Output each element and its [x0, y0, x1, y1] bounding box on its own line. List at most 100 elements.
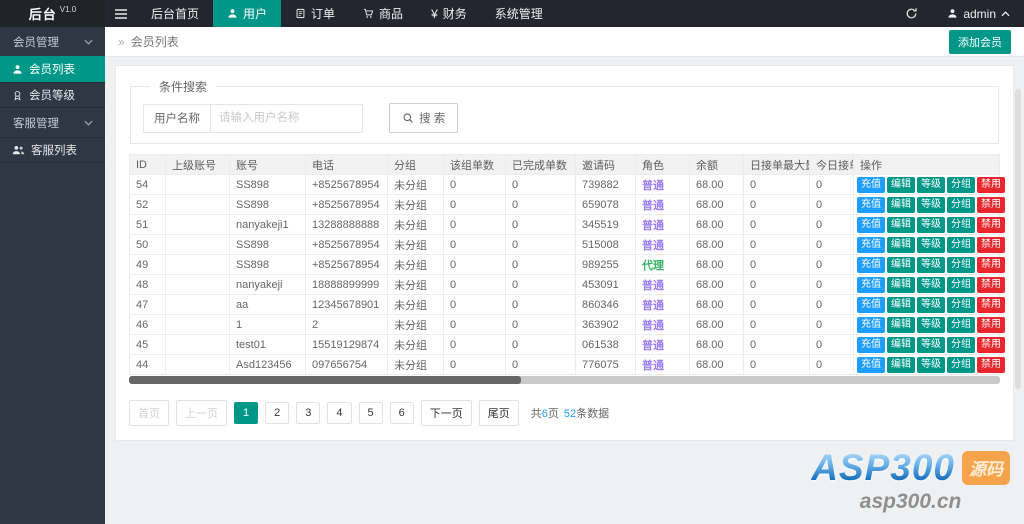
sidebar-item-member-list[interactable]: 会员列表 — [0, 56, 105, 82]
level-button[interactable]: 等级 — [917, 317, 945, 333]
level-button[interactable]: 等级 — [917, 217, 945, 233]
disable-button[interactable]: 禁用 — [977, 277, 1005, 293]
disable-button[interactable]: 禁用 — [977, 297, 1005, 313]
horizontal-scrollbar-thumb[interactable] — [129, 376, 521, 384]
nav-item-goods[interactable]: 商品 — [349, 0, 417, 27]
page-button-2[interactable]: 2 — [265, 402, 289, 424]
level-button[interactable]: 等级 — [917, 177, 945, 193]
group-button[interactable]: 分组 — [947, 197, 975, 213]
edit-button[interactable]: 编辑 — [887, 237, 915, 253]
disable-button[interactable]: 禁用 — [977, 257, 1005, 273]
edit-button[interactable]: 编辑 — [887, 197, 915, 213]
disable-button[interactable]: 禁用 — [977, 237, 1005, 253]
nav-item-home[interactable]: 后台首页 — [137, 0, 213, 27]
group-button[interactable]: 分组 — [947, 297, 975, 313]
cell-balance: 68.00 — [690, 295, 744, 315]
topbar: 后台 V1.0 后台首页 用户 订单 商品 ¥ 财务 系统管理 — [0, 0, 1024, 27]
nav-item-users[interactable]: 用户 — [213, 0, 281, 27]
cell-today: 0 — [810, 295, 854, 315]
recharge-button[interactable]: 充值 — [857, 237, 885, 253]
level-button[interactable]: 等级 — [917, 237, 945, 253]
page-button-3[interactable]: 3 — [296, 402, 320, 424]
group-button[interactable]: 分组 — [947, 177, 975, 193]
level-button[interactable]: 等级 — [917, 297, 945, 313]
username-field-label: 用户名称 — [143, 104, 211, 133]
cell-actions: 充值编辑等级分组禁用 — [854, 295, 1000, 315]
prev-page-button[interactable]: 上一页 — [176, 400, 227, 426]
nav-item-finance[interactable]: ¥ 财务 — [417, 0, 481, 27]
group-button[interactable]: 分组 — [947, 217, 975, 233]
edit-button[interactable]: 编辑 — [887, 317, 915, 333]
recharge-button[interactable]: 充值 — [857, 317, 885, 333]
cell-id: 44 — [130, 355, 166, 375]
disable-button[interactable]: 禁用 — [977, 177, 1005, 193]
app-logo: 后台 V1.0 — [0, 0, 105, 27]
cell-group_orders: 0 — [444, 195, 506, 215]
horizontal-scrollbar[interactable] — [129, 376, 1000, 384]
summary-text: 条数据 — [576, 408, 609, 420]
cell-today: 0 — [810, 335, 854, 355]
sidebar-item-service-list[interactable]: 客服列表 — [0, 137, 105, 163]
group-button[interactable]: 分组 — [947, 257, 975, 273]
edit-button[interactable]: 编辑 — [887, 357, 915, 373]
next-page-button[interactable]: 下一页 — [421, 400, 472, 426]
group-button[interactable]: 分组 — [947, 317, 975, 333]
edit-button[interactable]: 编辑 — [887, 257, 915, 273]
level-button[interactable]: 等级 — [917, 357, 945, 373]
search-row: 用户名称 搜 索 — [143, 103, 986, 133]
first-page-button[interactable]: 首页 — [129, 400, 169, 426]
recharge-button[interactable]: 充值 — [857, 257, 885, 273]
edit-button[interactable]: 编辑 — [887, 277, 915, 293]
user-menu[interactable]: admin — [933, 7, 1024, 21]
edit-button[interactable]: 编辑 — [887, 337, 915, 353]
vertical-scrollbar[interactable] — [1015, 89, 1021, 389]
cell-id: 45 — [130, 335, 166, 355]
cell-group_orders: 0 — [444, 255, 506, 275]
level-button[interactable]: 等级 — [917, 337, 945, 353]
group-button[interactable]: 分组 — [947, 237, 975, 253]
username-input[interactable] — [211, 104, 363, 133]
group-button[interactable]: 分组 — [947, 357, 975, 373]
cell-daily_max: 0 — [744, 355, 810, 375]
level-button[interactable]: 等级 — [917, 277, 945, 293]
refresh-icon[interactable] — [890, 7, 933, 20]
recharge-button[interactable]: 充值 — [857, 217, 885, 233]
page-button-6[interactable]: 6 — [390, 402, 414, 424]
sidebar-group-service-mgmt[interactable]: 客服管理 — [0, 108, 105, 137]
group-button[interactable]: 分组 — [947, 277, 975, 293]
search-button[interactable]: 搜 索 — [389, 103, 458, 133]
breadcrumb-label: 会员列表 — [131, 33, 179, 50]
page-button-4[interactable]: 4 — [327, 402, 351, 424]
page-button-1[interactable]: 1 — [234, 402, 258, 424]
hamburger-icon[interactable] — [105, 0, 137, 27]
level-button[interactable]: 等级 — [917, 257, 945, 273]
edit-button[interactable]: 编辑 — [887, 177, 915, 193]
disable-button[interactable]: 禁用 — [977, 357, 1005, 373]
sidebar-item-member-level[interactable]: 会员等级 — [0, 82, 105, 108]
page-button-5[interactable]: 5 — [359, 402, 383, 424]
search-button-label: 搜 索 — [419, 110, 445, 126]
cell-account: Asd123456 — [230, 355, 306, 375]
disable-button[interactable]: 禁用 — [977, 197, 1005, 213]
recharge-button[interactable]: 充值 — [857, 357, 885, 373]
level-button[interactable]: 等级 — [917, 197, 945, 213]
cell-invite: 363902 — [576, 315, 636, 335]
recharge-button[interactable]: 充值 — [857, 277, 885, 293]
add-member-button[interactable]: 添加会员 — [949, 30, 1011, 54]
recharge-button[interactable]: 充值 — [857, 197, 885, 213]
recharge-button[interactable]: 充值 — [857, 177, 885, 193]
recharge-button[interactable]: 充值 — [857, 297, 885, 313]
disable-button[interactable]: 禁用 — [977, 217, 1005, 233]
recharge-button[interactable]: 充值 — [857, 337, 885, 353]
cell-account: nanyakeji1 — [230, 215, 306, 235]
disable-button[interactable]: 禁用 — [977, 317, 1005, 333]
nav-item-orders[interactable]: 订单 — [281, 0, 349, 27]
edit-button[interactable]: 编辑 — [887, 297, 915, 313]
nav-item-system[interactable]: 系统管理 — [481, 0, 557, 27]
group-button[interactable]: 分组 — [947, 337, 975, 353]
disable-button[interactable]: 禁用 — [977, 337, 1005, 353]
app-title: 后台 — [29, 4, 57, 23]
edit-button[interactable]: 编辑 — [887, 217, 915, 233]
sidebar-group-member-mgmt[interactable]: 会员管理 — [0, 27, 105, 56]
last-page-button[interactable]: 尾页 — [479, 400, 519, 426]
